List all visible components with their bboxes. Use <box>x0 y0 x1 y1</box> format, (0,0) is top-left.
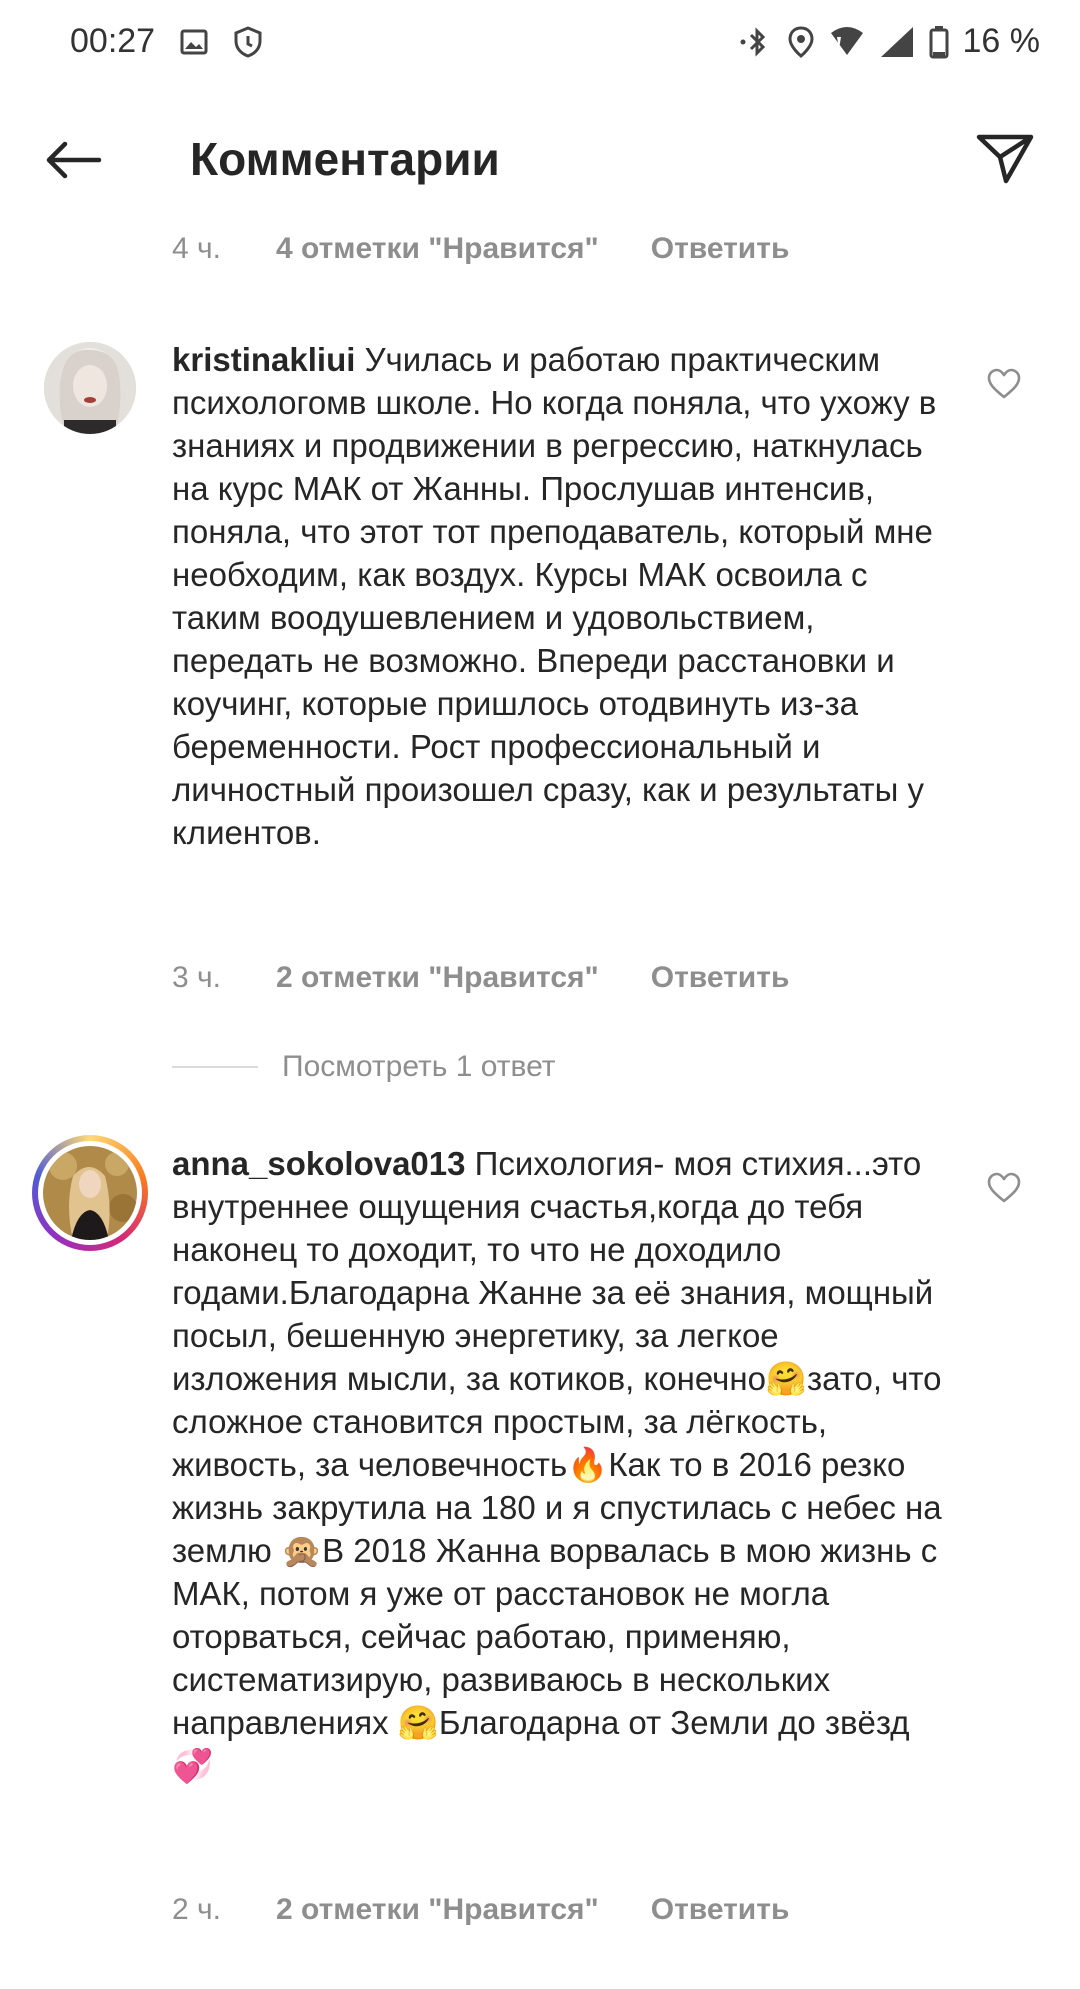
heart-icon <box>987 1172 1021 1203</box>
comment-body: kristinakliui Училась и работаю практиче… <box>172 338 952 854</box>
divider-line <box>172 1066 258 1068</box>
like-button[interactable] <box>986 366 1022 402</box>
battery-icon <box>929 25 949 59</box>
likes-count[interactable]: 2 отметки "Нравится" <box>276 961 599 995</box>
back-arrow-icon <box>46 141 102 179</box>
comment-meta: 2 ч. 2 отметки "Нравится" Ответить <box>172 1893 789 1927</box>
avatar[interactable] <box>32 1135 148 1251</box>
previous-comment-meta: 4 ч. 4 отметки "Нравится" Ответить <box>172 232 789 266</box>
status-time: 00:27 <box>70 22 156 60</box>
reply-button[interactable]: Ответить <box>651 1893 790 1927</box>
likes-count[interactable]: 2 отметки "Нравится" <box>276 1893 599 1927</box>
comment-body: anna_sokolova013 Психология- моя стихия.… <box>172 1142 952 1787</box>
bluetooth-icon <box>739 25 773 59</box>
battery-percentage: 16 % <box>962 22 1041 60</box>
status-bar: 00:27 16 % <box>0 0 1080 92</box>
reply-button[interactable]: Ответить <box>651 232 790 266</box>
comment-time: 3 ч. <box>172 961 221 994</box>
comment-time: 2 ч. <box>172 1893 221 1926</box>
shield-icon <box>233 25 263 58</box>
view-replies-button[interactable]: Посмотреть 1 ответ <box>172 1050 556 1084</box>
likes-count[interactable]: 4 отметки "Нравится" <box>276 232 599 266</box>
paper-plane-icon <box>976 134 1034 184</box>
comment-username[interactable]: kristinakliui <box>172 341 355 378</box>
comment-time: 4 ч. <box>172 232 221 265</box>
location-icon <box>787 25 815 59</box>
signal-icon <box>879 25 915 59</box>
comment-username[interactable]: anna_sokolova013 <box>172 1145 466 1182</box>
heart-icon <box>987 368 1021 399</box>
comment-meta: 3 ч. 2 отметки "Нравится" Ответить <box>172 961 789 995</box>
comment-text: Психология- моя стихия...это внутреннее … <box>172 1145 942 1784</box>
avatar[interactable] <box>44 342 136 434</box>
wifi-icon <box>829 25 865 59</box>
comment-text: Училась и работаю практическим психолого… <box>172 341 937 851</box>
back-button[interactable] <box>38 130 108 190</box>
image-icon <box>179 27 209 57</box>
app-header: Комментарии <box>0 110 1080 210</box>
share-button[interactable] <box>970 124 1040 194</box>
like-button[interactable] <box>986 1170 1022 1206</box>
reply-button[interactable]: Ответить <box>651 961 790 995</box>
view-replies-label: Посмотреть 1 ответ <box>282 1050 556 1083</box>
page-title: Комментарии <box>190 133 500 185</box>
